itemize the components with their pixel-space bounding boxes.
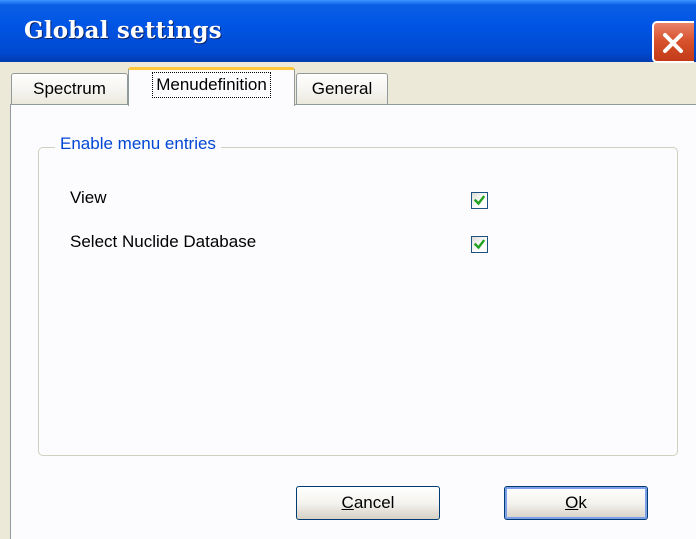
tab-menudefinition-label: Menudefinition xyxy=(152,72,271,98)
global-settings-dialog: Global settings Spectrum Menudefinition … xyxy=(0,0,696,539)
window-title: Global settings xyxy=(24,17,222,44)
tab-general[interactable]: General xyxy=(296,73,388,104)
enable-menu-entries-group xyxy=(38,147,678,456)
ok-accelerator: O xyxy=(565,493,579,512)
cancel-button[interactable]: Cancel xyxy=(296,486,440,520)
checkmark-icon xyxy=(473,195,486,206)
ok-button[interactable]: Ok xyxy=(504,486,648,520)
select-nuclide-database-checkbox[interactable] xyxy=(471,236,488,253)
group-label: Enable menu entries xyxy=(55,134,221,154)
close-button[interactable] xyxy=(652,21,694,63)
close-icon xyxy=(663,33,683,53)
tab-spectrum[interactable]: Spectrum xyxy=(11,73,128,104)
checkmark-icon xyxy=(473,239,486,250)
cancel-accelerator: C xyxy=(341,493,354,512)
view-checkbox[interactable] xyxy=(471,192,488,209)
select-nuclide-database-label: Select Nuclide Database xyxy=(70,232,257,251)
ok-label-rest: k xyxy=(578,493,587,512)
cancel-label-rest: ancel xyxy=(353,493,395,512)
tabstrip-divider xyxy=(10,104,696,105)
view-label: View xyxy=(70,188,107,207)
title-bar[interactable]: Global settings xyxy=(0,0,696,63)
tab-menudefinition[interactable]: Menudefinition xyxy=(128,67,295,106)
